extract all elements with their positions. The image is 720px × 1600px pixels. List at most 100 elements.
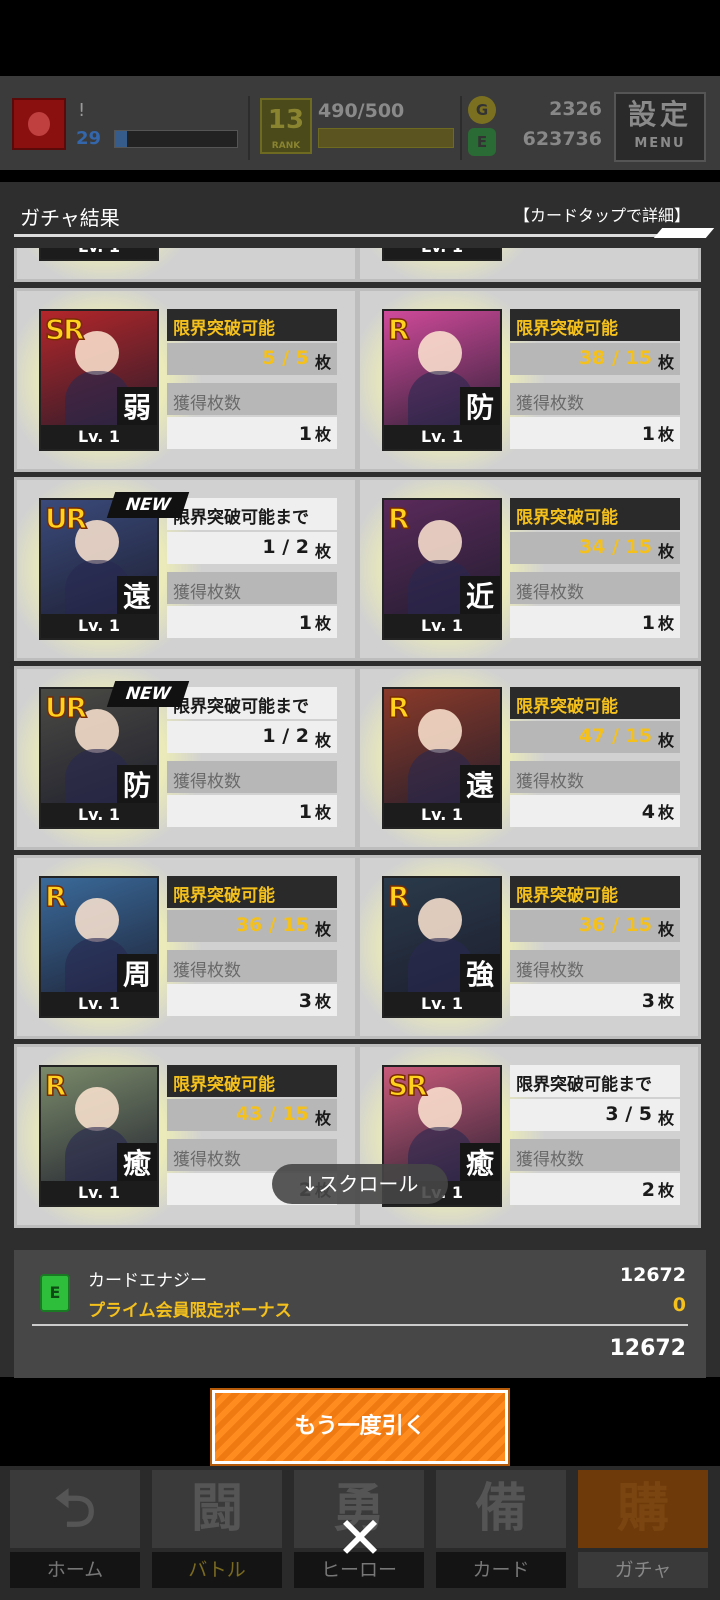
- card-thumbnail: R 遠 Lv. 1: [382, 687, 502, 829]
- card-level: Lv. 1: [41, 1181, 157, 1205]
- progress-value: 36 / 15: [578, 914, 652, 936]
- card-result-tile[interactable]: Lv. 1: [14, 248, 358, 282]
- progress-value: 34 / 15: [578, 536, 652, 558]
- obtained-count: 1: [298, 801, 312, 823]
- new-badge: NEW: [106, 681, 190, 707]
- obtained-count-row: 1枚: [510, 606, 680, 638]
- menu-button-label: 設定: [627, 98, 692, 131]
- card-level: Lv. 1: [41, 248, 157, 259]
- progress-value: 47 / 15: [578, 725, 652, 747]
- settings-menu-button[interactable]: 設定 MENU: [614, 92, 706, 162]
- exp-bar: [318, 128, 454, 148]
- player-level: 29: [76, 128, 102, 149]
- tap-detail-hint: 【カードタップで詳細】: [513, 206, 690, 225]
- obtained-count-row: 1枚: [510, 417, 680, 449]
- obtained-count: 3: [641, 990, 655, 1012]
- panel-title: ガチャ結果: [20, 206, 120, 230]
- card-result-list[interactable]: Lv. 1Lv. 1SR弱Lv. 1限界突破可能5 / 5枚獲得枚数1枚R防Lv…: [0, 248, 720, 1248]
- close-icon[interactable]: ✕: [332, 1509, 388, 1567]
- card-level: Lv. 1: [384, 248, 500, 259]
- card-result-tile[interactable]: R 近 Lv. 1 限界突破可能 34 / 15 枚獲得枚数 1 枚: [357, 477, 701, 661]
- card-energy-value: 12672: [619, 1264, 686, 1286]
- limit-break-status: 限界突破可能まで: [167, 687, 337, 719]
- card-result-tile[interactable]: SR 弱 Lv. 1 限界突破可能 5 / 5 枚獲得枚数 1 枚: [14, 288, 358, 472]
- status-bar: [0, 0, 720, 76]
- card-result-tile[interactable]: R 強 Lv. 1 限界突破可能 36 / 15 枚獲得枚数 3 枚: [357, 855, 701, 1039]
- obtained-count-row: 1枚: [167, 606, 337, 638]
- card-thumbnail: R 強 Lv. 1: [382, 876, 502, 1018]
- limit-break-progress: 5 / 5枚: [167, 343, 337, 375]
- card-thumbnail: UR 防 Lv. 1: [39, 687, 159, 829]
- limit-break-status: 限界突破可能まで: [510, 1065, 680, 1097]
- obtained-count-label-row: 獲得枚数: [510, 950, 680, 982]
- card-energy-label: カードエナジー: [88, 1271, 207, 1291]
- card-level: Lv. 1: [41, 614, 157, 638]
- nav-tab-label: カード: [436, 1552, 566, 1588]
- obtained-count-label-row: 獲得枚数: [167, 761, 337, 793]
- obtained-count-label-row: 獲得枚数: [510, 383, 680, 415]
- nav-tab-icon: 闘: [152, 1470, 282, 1548]
- obtained-count-label-row: 獲得枚数: [510, 1139, 680, 1171]
- rarity-badge: R: [387, 690, 410, 725]
- card-type-badge: 遠: [460, 765, 500, 807]
- limit-break-status: 限界突破可能まで: [167, 498, 337, 530]
- limit-break-status: 限界突破可能: [167, 876, 337, 908]
- obtained-count: 2: [641, 1179, 655, 1201]
- summary-divider: [32, 1324, 688, 1326]
- card-thumbnail: R 防 Lv. 1: [382, 309, 502, 451]
- guild-emblem-icon[interactable]: [12, 98, 66, 150]
- rarity-badge: SR: [387, 1068, 428, 1103]
- progress-value: 1 / 2: [262, 725, 309, 747]
- obtained-count-label-row: 獲得枚数: [510, 761, 680, 793]
- progress-value: 43 / 15: [235, 1103, 309, 1125]
- panel-title-row: ガチャ結果 【カードタップで詳細】: [0, 182, 720, 238]
- card-result-tile[interactable]: NEW UR 遠 Lv. 1 限界突破可能まで 1 / 2 枚獲得枚数 1 枚: [14, 477, 358, 661]
- obtained-count-label-row: 獲得枚数: [510, 572, 680, 604]
- card-type-badge: 癒: [117, 1143, 157, 1185]
- card-type-badge: 近: [460, 576, 500, 618]
- nav-tab-icon: ⮌: [10, 1470, 140, 1548]
- obtained-count: 1: [641, 423, 655, 445]
- progress-value: 3 / 5: [605, 1103, 652, 1125]
- limit-break-progress: 34 / 15 枚: [510, 532, 680, 564]
- progress-value: 1 / 2: [262, 536, 309, 558]
- title-underline: [14, 234, 706, 237]
- prime-bonus-label: プライム会員限定ボーナス: [88, 1301, 292, 1321]
- limit-break-progress: 3 / 5枚: [510, 1099, 680, 1131]
- coin-icon: G: [468, 96, 496, 124]
- player-name: !: [78, 100, 86, 121]
- limit-break-progress: 1 / 2枚: [167, 532, 337, 564]
- card-result-tile[interactable]: R 周 Lv. 1 限界突破可能 36 / 15 枚獲得枚数 3 枚: [14, 855, 358, 1039]
- card-result-tile[interactable]: R 遠 Lv. 1 限界突破可能 47 / 15 枚獲得枚数 4 枚: [357, 666, 701, 850]
- limit-break-status: 限界突破可能: [510, 498, 680, 530]
- card-type-badge: 防: [117, 765, 157, 807]
- card-level: Lv. 1: [384, 992, 500, 1016]
- draw-again-button[interactable]: もう一度引く: [210, 1388, 510, 1466]
- card-thumbnail: R 周 Lv. 1: [39, 876, 159, 1018]
- card-level: Lv. 1: [41, 992, 157, 1016]
- limit-break-progress: 1 / 2枚: [167, 721, 337, 753]
- nav-tab[interactable]: 購ガチャ: [574, 1466, 712, 1590]
- card-result-tile[interactable]: NEW UR 防 Lv. 1 限界突破可能まで 1 / 2 枚獲得枚数 1 枚: [14, 666, 358, 850]
- nav-tab-icon: 備: [436, 1470, 566, 1548]
- nav-tab-label: ガチャ: [578, 1552, 708, 1588]
- nav-tab-label: ホーム: [10, 1552, 140, 1588]
- limit-break-progress: 43 / 15 枚: [167, 1099, 337, 1131]
- card-energy-total: 12672: [609, 1336, 686, 1361]
- new-badge: NEW: [106, 492, 190, 518]
- nav-tab[interactable]: ⮌ ホーム: [6, 1466, 144, 1590]
- obtained-count: 4: [641, 801, 655, 823]
- obtained-count: 1: [298, 612, 312, 634]
- card-energy-icon: E: [40, 1274, 70, 1312]
- obtained-count-row: 2枚: [510, 1173, 680, 1205]
- card-result-tile[interactable]: Lv. 1: [357, 248, 701, 282]
- card-level: Lv. 1: [384, 425, 500, 449]
- nav-tab[interactable]: 闘バトル: [148, 1466, 286, 1590]
- energy-count: 623736: [522, 128, 602, 150]
- card-result-tile[interactable]: R 防 Lv. 1 限界突破可能 38 / 15 枚獲得枚数 1 枚: [357, 288, 701, 472]
- nav-tab[interactable]: 備カード: [432, 1466, 570, 1590]
- card-type-badge: 癒: [460, 1143, 500, 1185]
- card-level: Lv. 1: [384, 803, 500, 827]
- card-type-badge: 遠: [117, 576, 157, 618]
- rarity-badge: R: [44, 879, 67, 914]
